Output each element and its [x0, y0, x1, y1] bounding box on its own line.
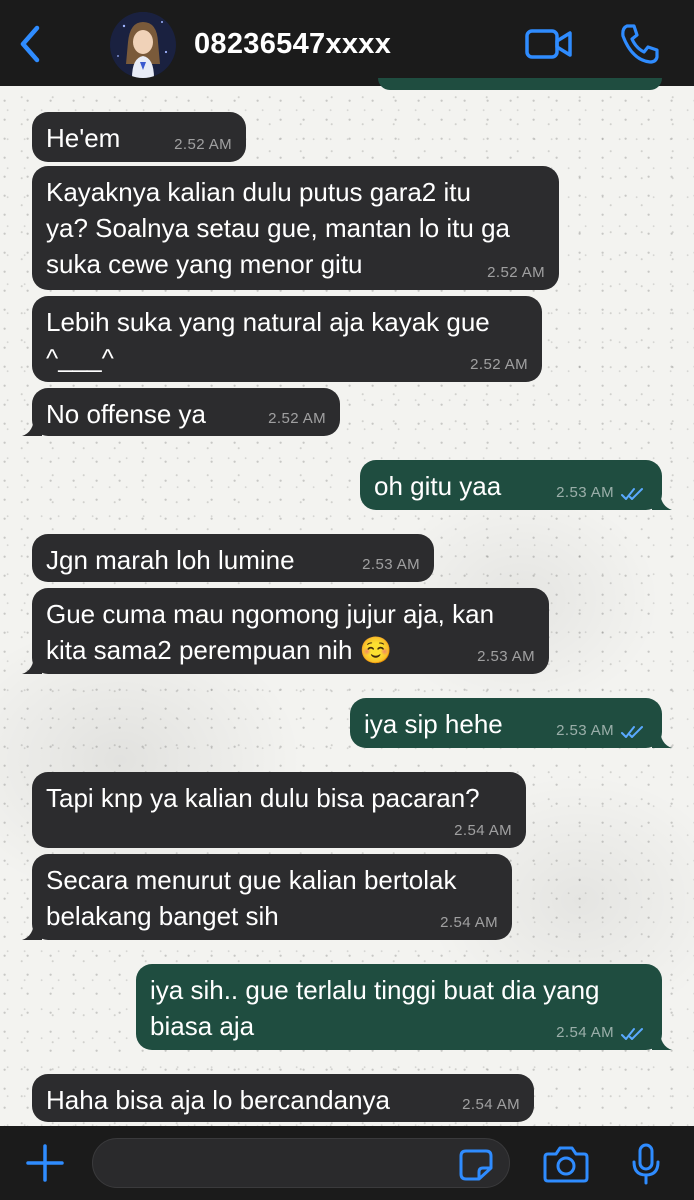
composer-bar	[0, 1126, 694, 1200]
bubble-tail	[652, 728, 672, 748]
message-text: Tapi knp ya kalian dulu bisa pacaran?	[46, 783, 480, 813]
message-time: 2.52 AM	[487, 264, 545, 281]
attach-button[interactable]	[22, 1140, 68, 1186]
message-time: 2.52 AM	[268, 410, 326, 427]
bubble-tail	[22, 920, 42, 940]
message-text: Secara menurut gue kalian bertolak belak…	[46, 865, 457, 931]
message-time: 2.53 AM	[556, 484, 614, 501]
incoming-message[interactable]: He'em 2.52 AM	[32, 112, 246, 162]
phone-icon	[621, 24, 659, 64]
video-call-button[interactable]	[524, 24, 574, 64]
incoming-message[interactable]: Kayaknya kalian dulu putus gara2 itu ya?…	[32, 166, 559, 290]
avatar-image	[110, 12, 176, 78]
incoming-message[interactable]: Lebih suka yang natural aja kayak gue ^_…	[32, 296, 542, 382]
incoming-message[interactable]: No offense ya 2.52 AM	[22, 388, 340, 436]
outgoing-message[interactable]: oh gitu yaa 2.53 AM	[360, 460, 672, 510]
message-time: 2.53 AM	[477, 648, 535, 665]
voice-call-button[interactable]	[618, 22, 660, 66]
contact-name[interactable]: 08236547xxxx	[194, 28, 391, 61]
double-check-icon	[621, 726, 643, 738]
message-time: 2.54 AM	[462, 1096, 520, 1113]
camera-button[interactable]	[542, 1144, 590, 1184]
double-check-icon	[621, 488, 643, 500]
bubble-tail	[652, 490, 672, 510]
incoming-message[interactable]: Tapi knp ya kalian dulu bisa pacaran? 2.…	[32, 772, 526, 848]
message-time: 2.52 AM	[470, 356, 528, 373]
chat-header: 08236547xxxx	[0, 0, 694, 86]
microphone-icon	[632, 1143, 660, 1185]
incoming-message[interactable]: Gue cuma mau ngomong jujur aja, kan kita…	[22, 588, 549, 674]
message-time: 2.53 AM	[362, 556, 420, 573]
message-text: Kayaknya kalian dulu putus gara2 itu ya?…	[46, 177, 510, 279]
message-input[interactable]	[92, 1138, 510, 1188]
incoming-message[interactable]: Jgn marah loh lumine 2.53 AM	[32, 534, 434, 582]
back-button[interactable]	[10, 22, 50, 66]
bubble-tail	[652, 1030, 672, 1050]
message-text: Haha bisa aja lo bercandanya	[46, 1085, 391, 1115]
sticker-button[interactable]	[458, 1148, 494, 1182]
message-time: 2.54 AM	[556, 1024, 614, 1041]
message-text: Gue cuma mau ngomong jujur aja, kan kita…	[46, 599, 495, 665]
incoming-message[interactable]: Haha bisa aja lo bercandanya 2.54 AM	[32, 1074, 534, 1122]
message-time: 2.54 AM	[454, 822, 512, 839]
outgoing-message[interactable]: iya sip hehe 2.53 AM	[350, 698, 672, 748]
message-time: 2.52 AM	[174, 136, 232, 153]
double-check-icon	[621, 1028, 643, 1040]
message-time: 2.54 AM	[440, 914, 498, 931]
bubble-tail	[22, 654, 42, 674]
video-camera-icon	[525, 29, 572, 59]
incoming-message[interactable]: Secara menurut gue kalian bertolak belak…	[22, 854, 512, 940]
message-time: 2.53 AM	[556, 722, 614, 739]
previous-message-bubble	[378, 78, 662, 90]
contact-avatar[interactable]	[110, 12, 176, 78]
chevron-left-icon	[20, 25, 40, 63]
camera-icon	[543, 1146, 589, 1183]
plus-icon	[26, 1144, 64, 1182]
bubble-tail	[22, 416, 42, 436]
outgoing-message[interactable]: iya sih.. gue terlalu tinggi buat dia ya…	[136, 964, 672, 1050]
microphone-button[interactable]	[630, 1142, 662, 1186]
message-text: Lebih suka yang natural aja kayak gue ^_…	[46, 307, 490, 373]
sticker-icon	[459, 1149, 493, 1181]
